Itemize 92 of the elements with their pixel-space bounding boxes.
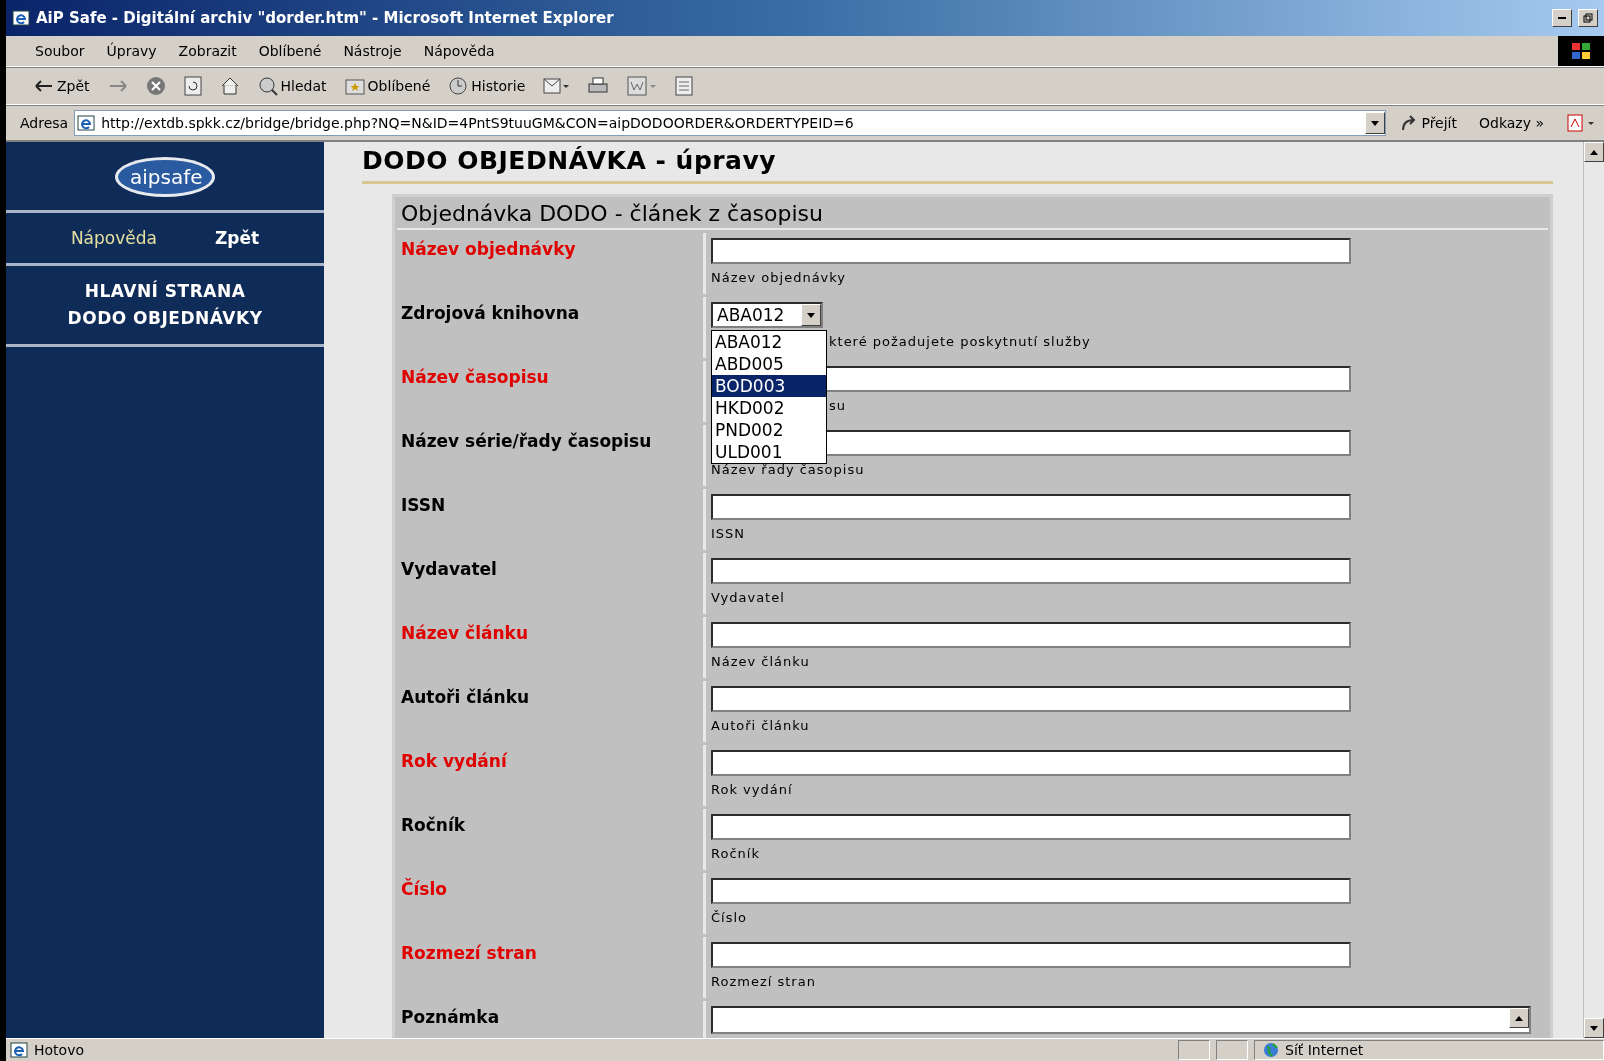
printer-icon	[587, 76, 610, 96]
search-icon	[257, 76, 278, 96]
toolbar-button[interactable]: Zpět	[30, 76, 94, 96]
minimize-button[interactable]	[1552, 9, 1572, 27]
globe-icon	[1263, 1042, 1279, 1058]
field-label: Číslo	[397, 873, 703, 934]
menu-item[interactable]: Soubor	[26, 41, 94, 61]
field-label: Rok vydání	[397, 745, 703, 806]
left-arrow-icon	[34, 79, 54, 93]
scrollbar[interactable]	[1583, 142, 1604, 1038]
field-label: Rozmezí stran	[397, 937, 703, 998]
right-arrow-icon	[107, 79, 128, 93]
input-field[interactable]	[711, 622, 1351, 648]
field-hint: Rozmezí stran	[711, 974, 816, 989]
input-field[interactable]	[711, 750, 1351, 776]
input-field[interactable]	[711, 494, 1351, 520]
window-title: AiP Safe - Digitální archiv "dorder.htm" - Microsoft Internet Explorer	[36, 9, 615, 27]
field-hint: Název řady časopisu	[711, 462, 865, 477]
input-field[interactable]	[711, 942, 1351, 968]
menu-item[interactable]: Úpravy	[97, 41, 166, 61]
input-field[interactable]	[711, 878, 1351, 904]
field-label: Ročník	[397, 809, 703, 870]
toolbar-button[interactable]: Hledat	[253, 74, 331, 98]
field-label: Název časopisu	[397, 361, 703, 422]
field-hint: su	[829, 398, 846, 413]
home-icon	[219, 76, 240, 96]
text-area[interactable]	[711, 1006, 1531, 1034]
scroll-up-button[interactable]	[1584, 142, 1604, 162]
field-label: Název objednávky	[397, 233, 703, 294]
dropdown-button[interactable]	[1365, 112, 1386, 134]
menu-item[interactable]: Oblíbené	[249, 41, 331, 61]
field-label: Zdrojová knihovna	[397, 297, 703, 358]
go-button[interactable]: Přejít	[1392, 112, 1465, 134]
up-triangle-icon	[1515, 1015, 1523, 1021]
field-hint: které požadujete poskytnutí služby	[829, 334, 1091, 349]
clock-icon	[448, 76, 469, 96]
menu-item[interactable]: Nápověda	[414, 41, 504, 61]
input-field[interactable]	[711, 686, 1351, 712]
restore-button[interactable]	[1578, 9, 1598, 27]
page-icon	[675, 76, 694, 96]
restore-icon	[1583, 13, 1593, 23]
nav-link[interactable]: HLAVNÍ STRANA	[84, 278, 246, 305]
field-label: Název článku	[397, 617, 703, 678]
envelope-icon	[543, 76, 570, 96]
ie-icon	[77, 114, 96, 132]
status-pane	[1178, 1040, 1210, 1060]
field-hint: Název článku	[711, 654, 810, 669]
input-field[interactable]	[711, 238, 1351, 264]
links-button[interactable]: Odkazy »	[1471, 113, 1552, 133]
dropdown-option[interactable]: BOD003	[712, 375, 826, 397]
field-hint: Ročník	[711, 846, 760, 861]
down-triangle-icon	[1590, 1025, 1598, 1031]
address-field[interactable]: http://extdb.spkk.cz/bridge/bridge.php?NQ=N&ID=4PntS9tuuGM&CON=aipDODOORDER&ORDERTYPEID=6	[74, 110, 1387, 136]
refresh-icon	[183, 76, 202, 96]
menu-item[interactable]: Zobrazit	[169, 41, 246, 61]
status-pane	[1216, 1040, 1248, 1060]
down-triangle-icon	[807, 312, 815, 318]
field-hint: Autoři článku	[711, 718, 810, 733]
document-icon	[627, 76, 658, 96]
toolbar-button[interactable]: Oblíbené	[340, 75, 435, 97]
toolbar-button[interactable]: Historie	[444, 74, 530, 98]
page-title: DODO OBJEDNÁVKA - úpravy	[362, 142, 1553, 184]
browser-icon	[12, 9, 30, 27]
menu-item[interactable]: Nástroje	[334, 41, 411, 61]
scroll-up-button[interactable]	[1509, 1008, 1529, 1028]
input-field[interactable]	[711, 558, 1351, 584]
down-triangle-icon	[1371, 120, 1380, 126]
field-hint: ISSN	[711, 526, 746, 541]
scroll-down-button[interactable]	[1584, 1018, 1604, 1038]
address-label: Adresa	[20, 115, 69, 131]
minimize-icon	[1558, 17, 1566, 19]
stop-icon	[145, 76, 166, 96]
field-label: Poznámka	[397, 1001, 703, 1038]
pdf-icon	[1566, 113, 1596, 133]
field-label: Autoři článku	[397, 681, 703, 742]
field-label: ISSN	[397, 489, 703, 550]
field-hint: Vydavatel	[711, 590, 785, 605]
input-field[interactable]	[711, 814, 1351, 840]
field-hint: Název objednávky	[711, 270, 847, 285]
select-field[interactable]: ABA012	[711, 302, 823, 328]
nav-link[interactable]: DODO OBJEDNÁVKY	[67, 305, 263, 332]
field-label: Vydavatel	[397, 553, 703, 614]
field-label: Název série/řady časopisu	[397, 425, 703, 486]
zone-text: Síť Internet	[1285, 1042, 1364, 1058]
sidebar-link[interactable]: Nápověda	[70, 228, 157, 248]
dropdown-button[interactable]	[801, 304, 821, 326]
status-text: Hotovo	[34, 1042, 85, 1058]
sidebar-link[interactable]: Zpět	[214, 228, 260, 248]
field-hint: Rok vydání	[711, 782, 793, 797]
up-triangle-icon	[1590, 149, 1598, 155]
field-hint: Číslo	[711, 910, 748, 925]
page-icon	[10, 1041, 28, 1059]
